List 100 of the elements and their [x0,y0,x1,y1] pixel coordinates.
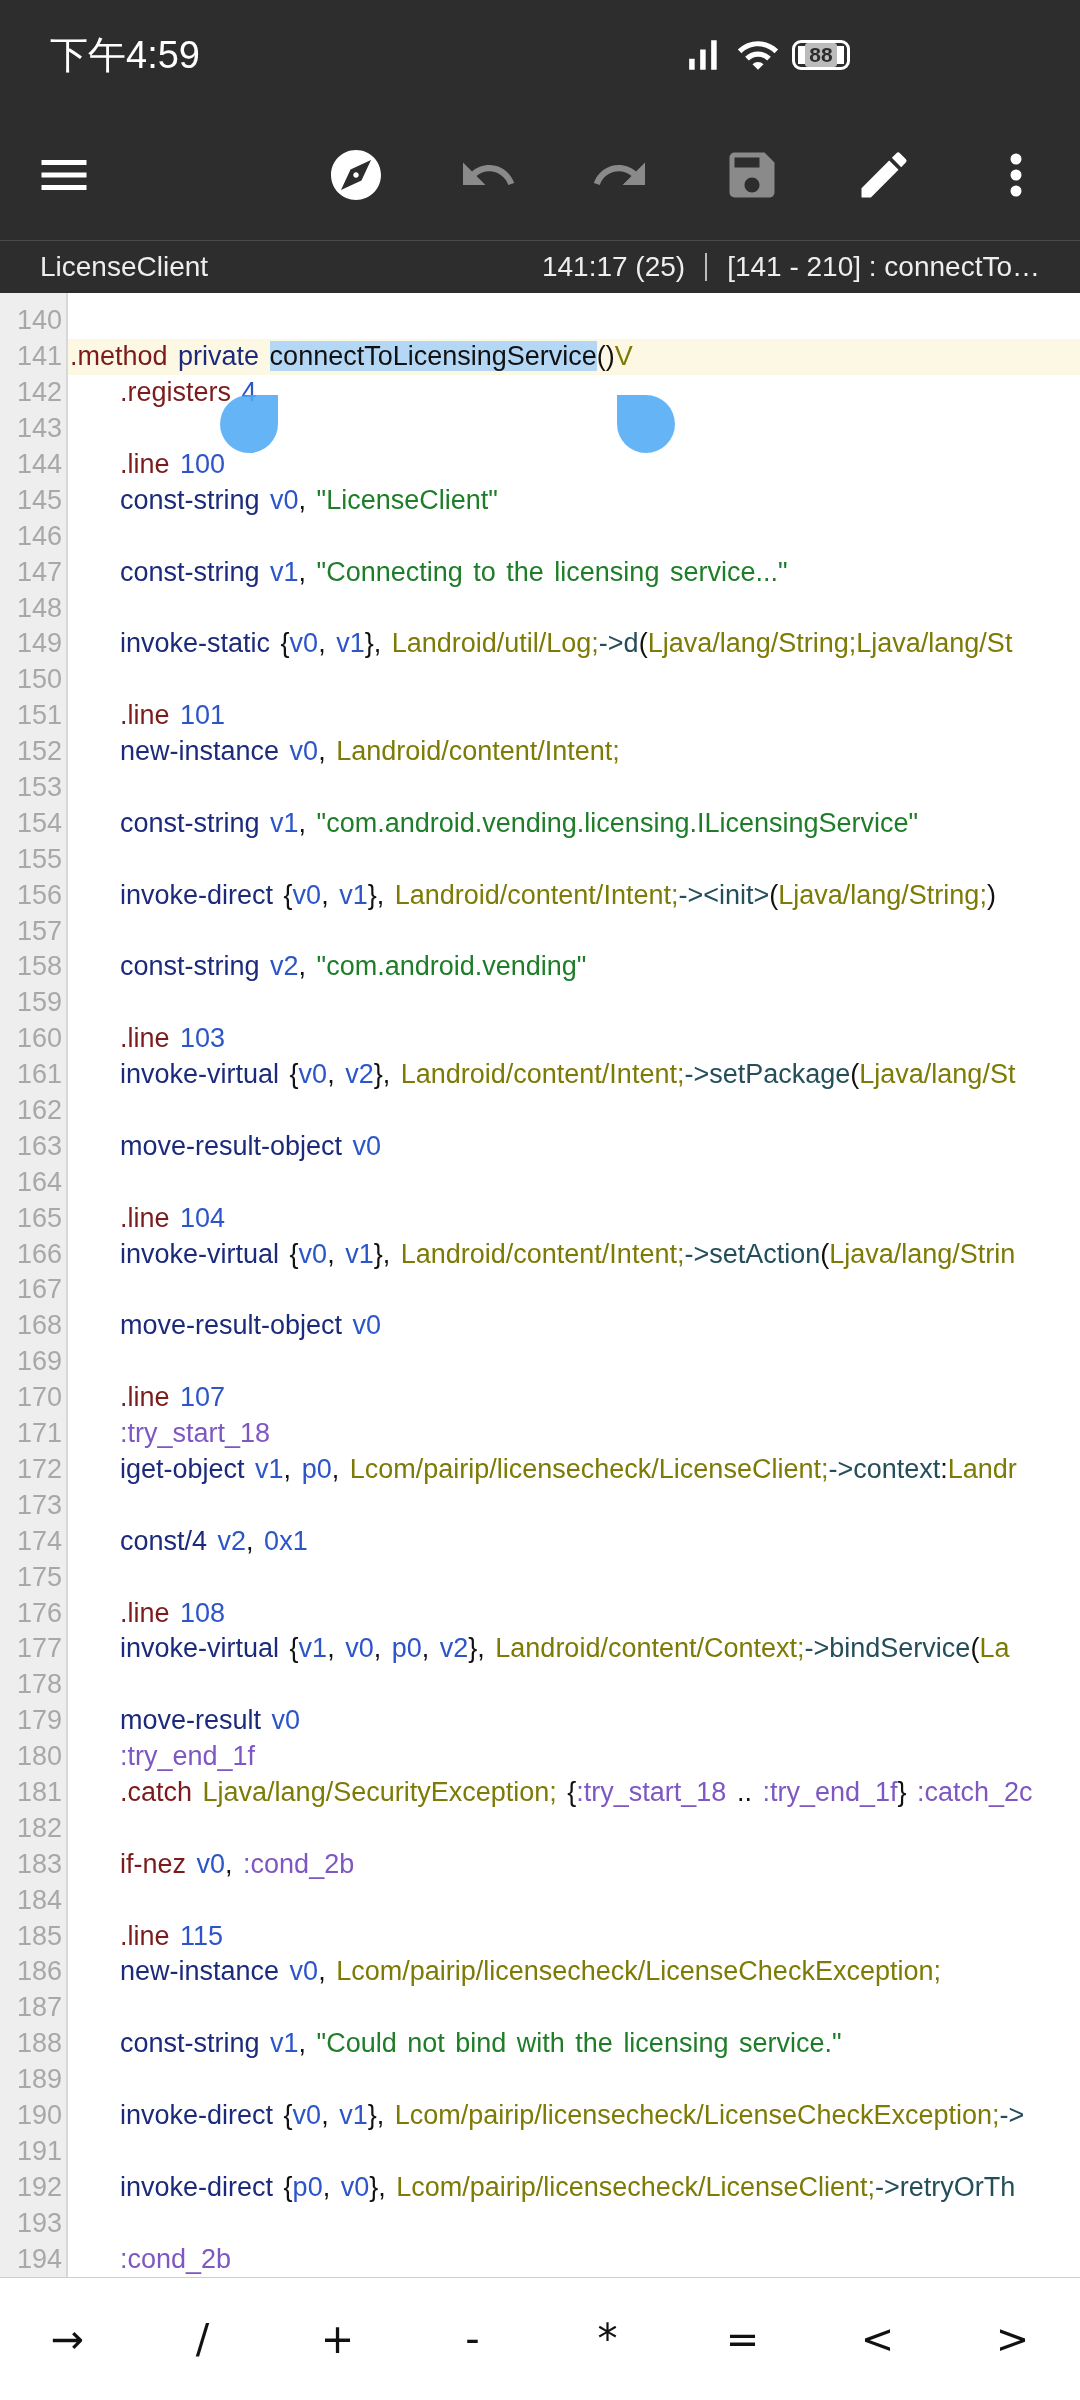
line-number: 146 [15,520,63,552]
line-number: 180 [15,1741,63,1773]
line-number: 179 [15,1705,63,1737]
line-number: 165 [15,1202,63,1234]
code-line: const-string v1, "com.android.vending.licensing.ILicensingService" [120,807,919,839]
line-number: 149 [15,628,63,660]
status-time: 下午4:59 [50,32,200,78]
code-line: move-result-object v0 [120,1310,382,1342]
code-line: .catch Ljava/lang/SecurityException; {:try_start_18 .. :try_end_1f} :catch_2c [120,1776,1033,1808]
line-number: 182 [15,1812,63,1844]
line-number: 170 [15,1382,63,1414]
line-number: 183 [15,1848,63,1880]
code-line: const-string v0, "LicenseClient" [120,484,498,516]
line-number: 168 [15,1310,63,1342]
line-number: 177 [15,1633,63,1665]
file-name: LicenseClient [40,251,209,283]
code-line: const-string v1, "Could not bind with the licensing service." [120,2028,842,2060]
line-number: 185 [15,1920,63,1952]
line-number: 166 [15,1238,63,1270]
more-icon [1010,153,1022,197]
line-number: 157 [15,915,63,947]
code-line: const-string v1, "Connecting to the licensing service..." [120,556,788,588]
code-line: move-result v0 [120,1705,301,1737]
line-number: 174 [15,1525,63,1557]
line-number: 188 [15,2028,63,2060]
code-line: const-string v2, "com.android.vending" [120,951,587,983]
line-number: 178 [15,1669,63,1701]
code-line: iget-object v1, p0, Lcom/pairip/licensecheck/LicenseClient;->context:Landr [120,1453,1017,1485]
line-number: 190 [15,2099,63,2131]
code-line: if-nez v0, :cond_2b [120,1848,355,1880]
method-range: [141 - 210] : connectTo… [727,251,1040,283]
code-line: .line 108 [120,1597,226,1629]
line-number: 158 [15,951,63,983]
line-number: 187 [15,1992,63,2024]
cursor-position: 141:17 (25) [541,251,686,283]
line-number: 169 [15,1346,63,1378]
line-number: 171 [15,1418,63,1450]
line-number: 161 [15,1059,63,1091]
code-line: .method private connectToLicensingService()V [70,341,633,373]
symbol-key[interactable]: → [17,2294,118,2384]
code-line: :cond_2b [120,2243,232,2275]
line-number: 172 [15,1453,63,1485]
line-number: 150 [15,664,63,696]
code-line: .line 103 [120,1023,226,1055]
line-number: 194 [15,2243,63,2275]
line-number: 173 [15,1489,63,1521]
line-number: 153 [15,772,63,803]
code-line: :try_end_1f [120,1741,256,1773]
line-number: 144 [15,449,63,480]
line-number: 142 [15,377,63,409]
line-number: 191 [15,2135,63,2167]
line-number: 176 [15,1597,63,1629]
line-number: 154 [15,807,63,839]
code-line: .line 100 [120,449,226,480]
line-number: 184 [15,1884,63,1916]
selection-handle[interactable] [617,395,675,453]
line-number: 140 [15,305,63,337]
line-number: 186 [15,1956,63,1988]
line-number: 141 [15,341,63,373]
code-line: invoke-static {v0, v1}, Landroid/util/Log;->d(Ljava/lang/String;Ljava/lang/St [120,628,1013,660]
line-number: 162 [15,1095,63,1127]
code-line: .line 101 [120,700,226,732]
code-line: invoke-virtual {v0, v2}, Landroid/content/Intent;->setPackage(Ljava/lang/St [120,1059,1016,1091]
line-number: 164 [15,1166,63,1198]
code-line: new-instance v0, Landroid/content/Intent; [120,736,620,768]
symbol-key[interactable]: * [557,2294,658,2384]
symbol-key[interactable]: < [827,2294,928,2384]
code-line: const/4 v2, 0x1 [120,1525,308,1557]
code-line: .line 107 [120,1382,226,1414]
code-line: invoke-direct {v0, v1}, Landroid/content/Intent;-><init>(Ljava/lang/String;) [120,879,996,911]
code-line: :try_start_18 [120,1418,271,1450]
line-number: 192 [15,2171,63,2203]
line-number: 181 [15,1776,63,1808]
code-line: move-result-object v0 [120,1130,382,1162]
symbol-key[interactable]: + [287,2294,388,2384]
code-line: new-instance v0, Lcom/pairip/licensecheck/LicenseCheckException; [120,1956,941,1988]
line-number: 189 [15,2064,63,2096]
line-number: 152 [15,736,63,768]
code-line: .line 104 [120,1202,226,1234]
symbol-key[interactable]: - [422,2294,523,2384]
symbol-key[interactable]: > [962,2294,1063,2384]
line-number: 159 [15,987,63,1019]
line-number: 175 [15,1561,63,1593]
code-line: invoke-direct {p0, v0}, Lcom/pairip/licensecheck/LicenseClient;->retryOrTh [120,2171,1016,2203]
line-number: 145 [15,484,63,516]
line-number: 151 [15,700,63,732]
line-number: 163 [15,1130,63,1162]
line-number: 148 [15,592,63,624]
code-line: invoke-direct {v0, v1}, Lcom/pairip/licensecheck/LicenseCheckException;-> [120,2099,1025,2131]
line-number: 156 [15,879,63,911]
symbol-key[interactable]: = [692,2294,793,2384]
code-line: .line 115 [120,1920,224,1952]
symbol-key[interactable]: / [152,2294,253,2384]
code-line: invoke-virtual {v0, v1}, Landroid/content/Intent;->setAction(Ljava/lang/Strin [120,1238,1016,1270]
battery-icon: 88 [792,40,850,70]
line-number: 143 [15,413,63,445]
code-line: invoke-virtual {v1, v0, p0, v2}, Landroid/content/Context;->bindService(La [120,1633,1010,1665]
line-number: 193 [15,2207,63,2239]
line-number: 167 [15,1274,63,1306]
line-number: 155 [15,843,63,875]
